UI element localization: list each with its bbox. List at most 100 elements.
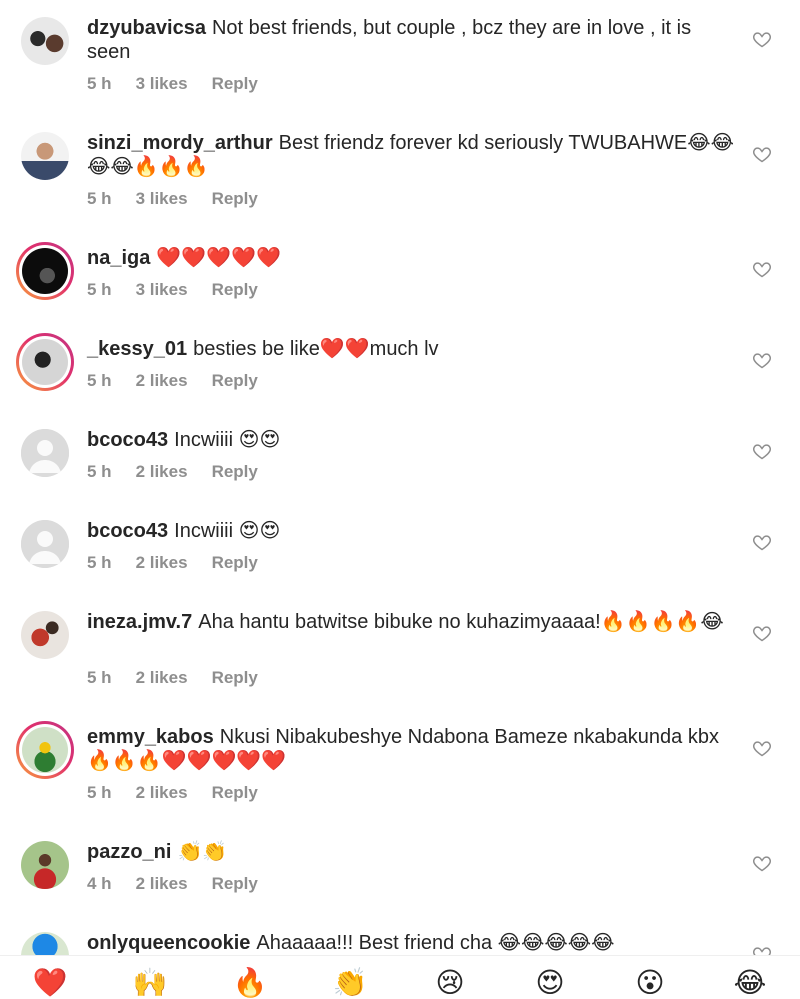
like-heart-icon[interactable] [752,738,772,758]
like-heart-icon[interactable] [752,259,772,279]
reply-button[interactable]: Reply [212,874,258,893]
comment-likes[interactable]: 2 likes [136,783,188,802]
comment-username[interactable]: dzyubavicsa [87,17,206,39]
comment-item: onlyqueencookie Ahaaaaa!!! Best friend ch… [0,915,800,955]
comment-body: Incwiiii 😍😍 [174,520,281,542]
comment-text-block: sinzi_mordy_arthur Best friendz forever k… [87,131,737,179]
comment-likes[interactable]: 2 likes [136,553,188,572]
avatar[interactable] [21,132,69,180]
comment-time: 5 h [87,189,112,208]
comment-body: 👏👏 [177,841,228,863]
comment-body: Ahaaaaa!!! Best friend cha 😂😂😂😂😂 [256,932,615,954]
comment-meta: 5 h 3 likes Reply [87,189,282,209]
comment-text-block: bcoco43 Incwiiii 😍😍 [87,519,737,543]
comment-time: 5 h [87,74,112,93]
like-heart-icon[interactable] [752,144,772,164]
comment-meta: 5 h 3 likes Reply [87,74,282,94]
comment-time: 5 h [87,371,112,390]
comment-time: 5 h [87,280,112,299]
red-heart-emoji-button[interactable]: ❤️ [30,966,70,999]
fire-emoji-button[interactable]: 🔥 [230,966,270,999]
like-heart-icon[interactable] [752,623,772,643]
comment-text-block: bcoco43 Incwiiii 😍😍 [87,428,737,452]
comment-username[interactable]: pazzo_ni [87,841,171,863]
reply-button[interactable]: Reply [212,668,258,687]
like-heart-icon[interactable] [752,29,772,49]
comment-item: na_iga ❤️❤️❤️❤️❤️ 5 h 3 likes Reply [0,230,800,320]
laughing-face-emoji-button[interactable]: 😂 [730,966,770,999]
comment-username[interactable]: emmy_kabos [87,726,214,748]
comment-text-block: emmy_kabos Nkusi Nibakubeshye Ndabona Bam… [87,725,737,773]
comment-item: pazzo_ni 👏👏 4 h 2 likes Reply [0,824,800,915]
comment-body: ❤️❤️❤️❤️❤️ [156,247,281,269]
comment-likes[interactable]: 2 likes [136,462,188,481]
comment-likes[interactable]: 3 likes [136,280,188,299]
comment-item: emmy_kabos Nkusi Nibakubeshye Ndabona Bam… [0,709,800,824]
comment-text-block: onlyqueencookie Ahaaaaa!!! Best friend ch… [87,931,737,955]
avatar[interactable] [21,429,69,477]
comment-item: sinzi_mordy_arthur Best friendz forever k… [0,115,800,225]
comment-item: _kessy_01 besties be like❤️❤️much lv 5 h 2… [0,321,800,411]
reply-button[interactable]: Reply [212,189,258,208]
comment-item: bcoco43 Incwiiii 😍😍 5 h 2 likes Reply [0,503,800,593]
comment-time: 5 h [87,462,112,481]
crying-face-emoji-button[interactable]: 😢 [430,966,470,999]
comment-likes[interactable]: 3 likes [136,74,188,93]
reply-button[interactable]: Reply [212,462,258,481]
comment-likes[interactable]: 3 likes [136,189,188,208]
comment-text-block: na_iga ❤️❤️❤️❤️❤️ [87,246,737,270]
comment-meta: 5 h 2 likes Reply [87,462,282,482]
like-heart-icon[interactable] [752,350,772,370]
comment-meta: 5 h 3 likes Reply [87,280,282,300]
reply-button[interactable]: Reply [212,74,258,93]
comment-body: Incwiiii 😍😍 [174,429,281,451]
comment-username[interactable]: na_iga [87,247,150,269]
default-avatar-icon [21,429,69,477]
reply-button[interactable]: Reply [212,280,258,299]
avatar[interactable] [16,333,74,391]
avatar[interactable] [21,17,69,65]
comment-username[interactable]: bcoco43 [87,520,168,542]
comment-text-block: pazzo_ni 👏👏 [87,840,737,864]
comment-time: 5 h [87,553,112,572]
like-heart-icon[interactable] [752,853,772,873]
surprised-face-emoji-button[interactable]: 😮 [630,966,670,999]
reply-button[interactable]: Reply [212,783,258,802]
comment-username[interactable]: sinzi_mordy_arthur [87,132,273,154]
comment-username[interactable]: bcoco43 [87,429,168,451]
comment-text-block: ineza.jmv.7 Aha hantu batwitse bibuke no … [87,610,737,634]
emoji-reaction-bar: ❤️ 🙌 🔥 👏 😢 😍 😮 😂 [0,955,800,999]
reply-button[interactable]: Reply [212,371,258,390]
comment-likes[interactable]: 2 likes [136,874,188,893]
avatar[interactable] [16,721,74,779]
like-heart-icon[interactable] [752,532,772,552]
clapping-hands-emoji-button[interactable]: 👏 [330,966,370,999]
avatar[interactable] [21,841,69,889]
comment-username[interactable]: onlyqueencookie [87,932,250,954]
avatar[interactable] [16,242,74,300]
avatar[interactable] [21,611,69,659]
comment-body: Aha hantu batwitse bibuke no kuhazimyaaa… [198,611,724,633]
avatar[interactable] [21,932,69,955]
comment-body: besties be like❤️❤️much lv [193,338,439,360]
comment-username[interactable]: ineza.jmv.7 [87,611,192,633]
comment-time: 5 h [87,783,112,802]
raised-hands-emoji-button[interactable]: 🙌 [130,966,170,999]
comment-meta: 4 h 2 likes Reply [87,874,282,894]
comment-item: dzyubavicsa Not best friends, but couple … [0,0,800,110]
like-heart-icon[interactable] [752,944,772,955]
comment-text-block: dzyubavicsa Not best friends, but couple … [87,16,737,64]
comment-likes[interactable]: 2 likes [136,371,188,390]
comment-item: ineza.jmv.7 Aha hantu batwitse bibuke no … [0,594,800,709]
comment-meta: 5 h 2 likes Reply [87,553,282,573]
like-heart-icon[interactable] [752,441,772,461]
avatar[interactable] [21,520,69,568]
reply-button[interactable]: Reply [212,553,258,572]
comment-time: 5 h [87,668,112,687]
comment-likes[interactable]: 2 likes [136,668,188,687]
comment-meta: 5 h 2 likes Reply [87,668,282,688]
comment-username[interactable]: _kessy_01 [87,338,187,360]
heart-eyes-emoji-button[interactable]: 😍 [530,966,570,999]
comment-meta: 5 h 2 likes Reply [87,371,282,391]
comment-time: 4 h [87,874,112,893]
